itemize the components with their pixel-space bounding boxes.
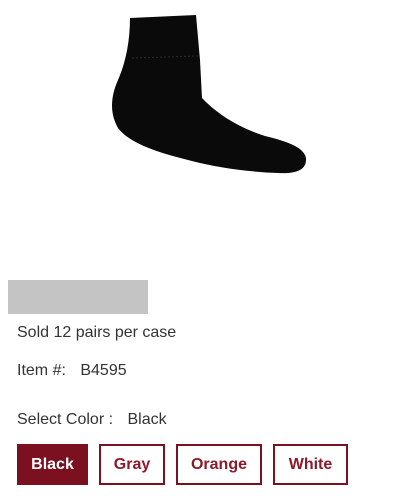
color-options: Black Gray Orange White <box>17 444 348 485</box>
ankle-sock-image <box>112 15 307 174</box>
color-option-orange[interactable]: Orange <box>176 444 262 485</box>
sock-shape <box>112 15 307 174</box>
color-option-gray[interactable]: Gray <box>99 444 165 485</box>
item-number-label: Item #: <box>17 362 66 379</box>
item-number-row: Item #: B4595 <box>17 362 127 380</box>
selected-color-value: Black <box>127 411 167 428</box>
color-option-white[interactable]: White <box>273 444 348 485</box>
price-placeholder <box>8 280 148 314</box>
select-color-row: Select Color : Black <box>17 411 167 429</box>
item-number-value: B4595 <box>80 362 127 379</box>
color-option-black[interactable]: Black <box>17 444 88 485</box>
select-color-label: Select Color : <box>17 411 114 428</box>
case-quantity-text: Sold 12 pairs per case <box>17 324 177 341</box>
